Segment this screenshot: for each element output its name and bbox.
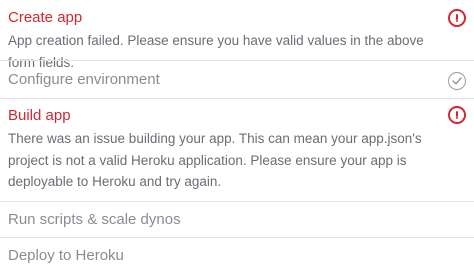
step-create-app: Create app App creation failed. Please e…	[0, 0, 474, 70]
error-icon	[448, 106, 466, 124]
step-run-scripts: Run scripts & scale dynos	[0, 201, 474, 237]
step-configure-environment: Configure environment	[0, 60, 474, 98]
step-error-message: There was an issue building your app. Th…	[8, 131, 422, 189]
step-title: Deploy to Heroku	[8, 247, 124, 264]
step-title: Configure environment	[8, 71, 160, 88]
step-title: Run scripts & scale dynos	[8, 211, 181, 228]
step-title: Build app	[8, 107, 71, 124]
step-build-app: Build app There was an issue building yo…	[0, 98, 474, 201]
check-icon	[448, 72, 466, 90]
step-deploy-to-heroku: Deploy to Heroku	[0, 237, 474, 271]
error-icon	[448, 9, 466, 27]
deploy-steps-list: Create app App creation failed. Please e…	[0, 0, 474, 271]
step-title: Create app	[8, 9, 83, 26]
